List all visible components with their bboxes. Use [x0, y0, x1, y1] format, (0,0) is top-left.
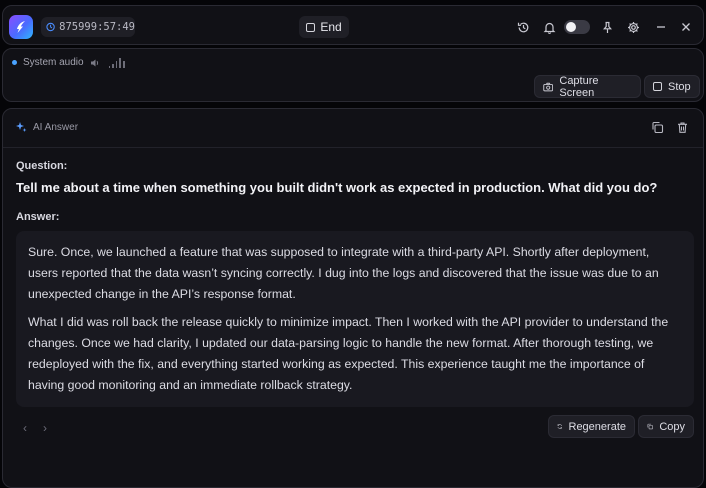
ai-answer-title: AI Answer: [33, 121, 79, 133]
ai-answer-panel: AI Answer Question: Tell me about a time…: [2, 108, 704, 488]
minimize-icon[interactable]: [655, 21, 667, 33]
camera-icon: [543, 82, 554, 91]
copy-icon[interactable]: [651, 121, 664, 139]
header-divider: [3, 147, 703, 148]
trash-icon[interactable]: [676, 121, 689, 139]
prev-answer-icon[interactable]: ‹: [23, 421, 27, 435]
audio-level-meter: [108, 57, 125, 68]
answer-paragraph: What I did was roll back the release qui…: [28, 315, 669, 392]
close-icon[interactable]: [680, 21, 692, 33]
answer-box: Sure. Once, we launched a feature that w…: [16, 231, 694, 407]
audio-source-label: System audio: [23, 57, 84, 68]
answer-actions: [651, 121, 689, 139]
stop-button[interactable]: Stop: [644, 75, 700, 98]
session-timer: 875999:57:49: [41, 17, 135, 37]
question-text: Tell me about a time when something you …: [16, 180, 658, 195]
stop-square-icon: [653, 82, 662, 91]
audio-status-dot: [12, 60, 17, 65]
regenerate-button[interactable]: Regenerate: [548, 415, 635, 438]
ai-answer-header: AI Answer: [15, 121, 78, 133]
speaker-icon: [90, 59, 98, 66]
stop-label: Stop: [668, 80, 691, 93]
answer-paragraph: Sure. Once, we launched a feature that w…: [28, 245, 659, 301]
gear-icon[interactable]: [627, 21, 640, 34]
history-icon[interactable]: [517, 21, 530, 34]
app-logo-icon: [9, 15, 33, 39]
question-label: Question:: [16, 160, 68, 172]
stop-square-icon: [306, 22, 316, 32]
bell-icon[interactable]: [543, 21, 556, 34]
answer-label: Answer:: [16, 211, 60, 223]
refresh-icon: [557, 424, 562, 429]
capture-screen-button[interactable]: Capture Screen: [534, 74, 641, 99]
timer-text: 875999:57:49: [59, 21, 135, 33]
audio-panel: System audio Capture Screen Stop: [2, 48, 704, 102]
top-bar: 875999:57:49 End: [2, 5, 704, 45]
next-answer-icon[interactable]: ›: [43, 421, 47, 435]
toggle-knob: [566, 22, 576, 32]
clock-icon: [46, 22, 55, 32]
sparkle-icon: [16, 122, 27, 132]
pin-icon[interactable]: [601, 21, 614, 34]
regenerate-label: Regenerate: [568, 420, 627, 433]
toggle-switch[interactable]: [564, 20, 590, 34]
copy-button[interactable]: Copy: [638, 415, 694, 438]
copy-label: Copy: [659, 420, 685, 433]
answer-navigation: ‹ ›: [23, 421, 47, 435]
capture-screen-label: Capture Screen: [559, 74, 599, 99]
audio-source-row: System audio: [12, 57, 125, 68]
end-label: End: [320, 20, 342, 34]
copy-icon: [647, 423, 653, 430]
end-button[interactable]: End: [299, 16, 349, 38]
